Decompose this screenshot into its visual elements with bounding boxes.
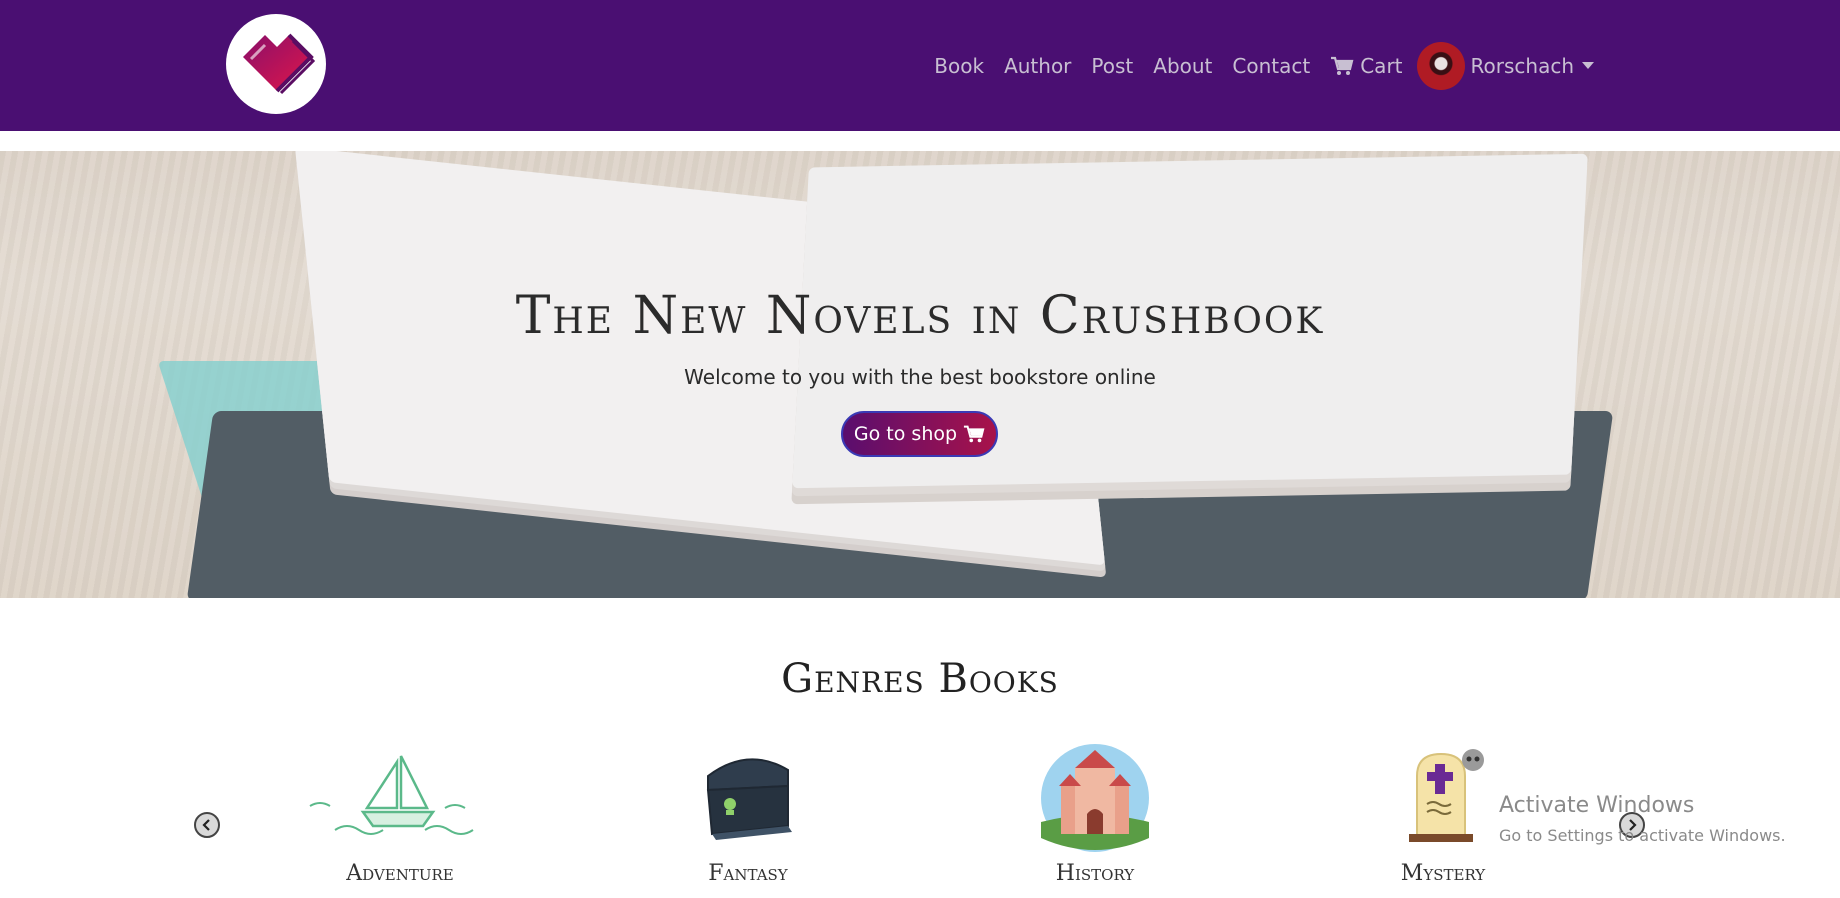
cart-label: Cart [1360, 53, 1403, 78]
user-name: Rorschach [1470, 53, 1574, 78]
cart-icon [1331, 56, 1354, 75]
go-to-shop-button[interactable]: Go to shop [841, 411, 998, 457]
crushbook-logo[interactable] [226, 14, 326, 114]
genre-label: Mystery [1400, 861, 1486, 886]
tombstone-icon [1409, 749, 1484, 842]
castle-icon [1041, 744, 1149, 852]
genre-label: Adventure [346, 861, 454, 886]
nav-link-contact[interactable]: Contact [1222, 54, 1320, 78]
hero-title: The New Novels in Crushbook [515, 286, 1325, 346]
treasure-chest-icon [706, 758, 792, 840]
go-to-shop-label: Go to shop [853, 423, 958, 445]
genres-title: Genres Books [781, 656, 1059, 702]
nav-link-book[interactable]: Book [924, 54, 994, 78]
watermark-subtitle: Go to Settings to activate Windows. [1499, 826, 1786, 845]
nav-link-post[interactable]: Post [1081, 54, 1143, 78]
nav-links: Book Author Post About Contact Cart Rors… [924, 0, 1604, 131]
windows-activation-watermark: Activate Windows Go to Settings to activ… [1499, 793, 1786, 845]
cart-icon [963, 425, 985, 443]
genre-history[interactable]: History [995, 744, 1195, 886]
sailboat-icon [309, 755, 474, 835]
hero-subtitle: Welcome to you with the best bookstore o… [684, 365, 1156, 389]
user-menu[interactable]: Rorschach [1465, 54, 1604, 78]
navbar: Book Author Post About Contact Cart Rors… [0, 0, 1840, 131]
genre-label: Fantasy [708, 861, 788, 886]
nav-link-author[interactable]: Author [994, 54, 1081, 78]
watermark-title: Activate Windows [1499, 793, 1695, 818]
chevron-left-icon [202, 819, 210, 831]
genre-adventure[interactable]: Adventure [300, 746, 500, 886]
genre-fantasy[interactable]: Fantasy [648, 746, 848, 886]
caret-down-icon [1582, 62, 1594, 69]
genre-label: History [1055, 861, 1135, 886]
nav-link-cart[interactable]: Cart [1320, 54, 1412, 78]
carousel-prev-button[interactable] [194, 812, 220, 838]
heart-book-icon [243, 33, 316, 95]
nav-link-about[interactable]: About [1143, 54, 1222, 78]
avatar[interactable] [1416, 41, 1465, 90]
